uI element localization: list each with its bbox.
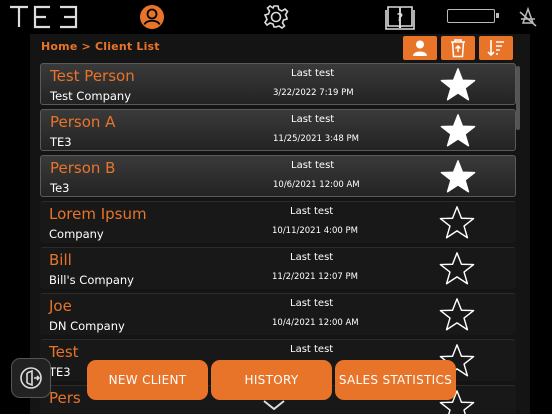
list-scrollbar[interactable] bbox=[516, 66, 520, 130]
client-company: Test Company bbox=[50, 89, 132, 103]
client-company: DN Company bbox=[49, 319, 125, 333]
help-book-icon[interactable]: ? bbox=[384, 3, 416, 31]
exit-button[interactable] bbox=[11, 358, 51, 398]
client-name: Person A bbox=[50, 113, 116, 131]
last-test-date: 10/6/2021 12:00 AM bbox=[273, 180, 360, 190]
client-row[interactable]: Person A TE3 Last test 11/25/2021 3:48 P… bbox=[40, 109, 516, 151]
favorite-star-icon[interactable] bbox=[438, 250, 476, 288]
last-test-label: Last test bbox=[291, 114, 335, 125]
person-icon bbox=[413, 40, 427, 56]
sort-button[interactable] bbox=[479, 36, 513, 60]
favorite-star-icon[interactable] bbox=[438, 296, 476, 334]
last-test-label: Last test bbox=[290, 206, 334, 217]
user-circle-icon[interactable] bbox=[138, 3, 166, 31]
new-client-button[interactable]: NEW CLIENT bbox=[87, 360, 208, 400]
client-row[interactable]: Test Person Test Company Last test 3/22/… bbox=[40, 63, 516, 105]
breadcrumb[interactable]: Home > Client List bbox=[41, 40, 160, 53]
client-name: Joe bbox=[49, 297, 72, 315]
chevron-down-icon[interactable] bbox=[262, 399, 286, 411]
client-name: Pers bbox=[49, 389, 81, 407]
last-test-label: Last test bbox=[290, 298, 334, 309]
client-company: Company bbox=[49, 227, 104, 241]
te3-logo bbox=[10, 5, 78, 29]
signal-icon bbox=[516, 3, 540, 31]
last-test-date: 10/4/2021 12:00 AM bbox=[272, 318, 359, 328]
client-company: TE3 bbox=[50, 135, 72, 149]
client-name: Test Person bbox=[50, 67, 135, 85]
client-name: Person B bbox=[50, 159, 116, 177]
top-bar: ? bbox=[0, 0, 552, 34]
add-client-button[interactable] bbox=[403, 36, 437, 60]
gear-icon[interactable] bbox=[261, 3, 291, 31]
client-company: Te3 bbox=[50, 181, 70, 195]
last-test-label: Last test bbox=[291, 68, 335, 79]
history-button[interactable]: HISTORY bbox=[211, 360, 332, 400]
trash-icon bbox=[451, 39, 465, 58]
client-row[interactable]: Joe DN Company Last test 10/4/2021 12:00… bbox=[40, 293, 516, 335]
client-name: Lorem Ipsum bbox=[49, 205, 147, 223]
favorite-star-icon[interactable] bbox=[439, 112, 477, 150]
client-name: Bill bbox=[49, 251, 72, 269]
favorite-star-icon[interactable] bbox=[439, 66, 477, 104]
last-test-label: Last test bbox=[291, 160, 335, 171]
last-test-date: 10/11/2021 4:00 PM bbox=[272, 226, 358, 236]
last-test-date: 11/2/2021 12:07 PM bbox=[272, 272, 358, 282]
exit-icon bbox=[20, 367, 42, 389]
client-company: TE3 bbox=[49, 365, 71, 379]
client-row[interactable]: Bill Bill's Company Last test 11/2/2021 … bbox=[40, 247, 516, 289]
last-test-date: 3/22/2022 7:19 PM bbox=[273, 88, 354, 98]
last-test-date: 11/25/2021 3:48 PM bbox=[273, 134, 359, 144]
delete-client-button[interactable] bbox=[441, 36, 475, 60]
last-test-label: Last test bbox=[290, 252, 334, 263]
battery-icon bbox=[447, 9, 499, 23]
favorite-star-icon[interactable] bbox=[438, 204, 476, 242]
sales-statistics-button[interactable]: SALES STATISTICS bbox=[335, 360, 456, 400]
client-row[interactable]: Lorem Ipsum Company Last test 10/11/2021… bbox=[40, 201, 516, 243]
client-company: Bill's Company bbox=[49, 273, 134, 287]
client-row[interactable]: Person B Te3 Last test 10/6/2021 12:00 A… bbox=[40, 155, 516, 197]
last-test-label: Last test bbox=[290, 344, 334, 355]
favorite-star-icon[interactable] bbox=[439, 158, 477, 196]
sort-icon bbox=[487, 40, 504, 57]
svg-text:?: ? bbox=[397, 11, 403, 24]
client-name: Test bbox=[49, 343, 79, 361]
